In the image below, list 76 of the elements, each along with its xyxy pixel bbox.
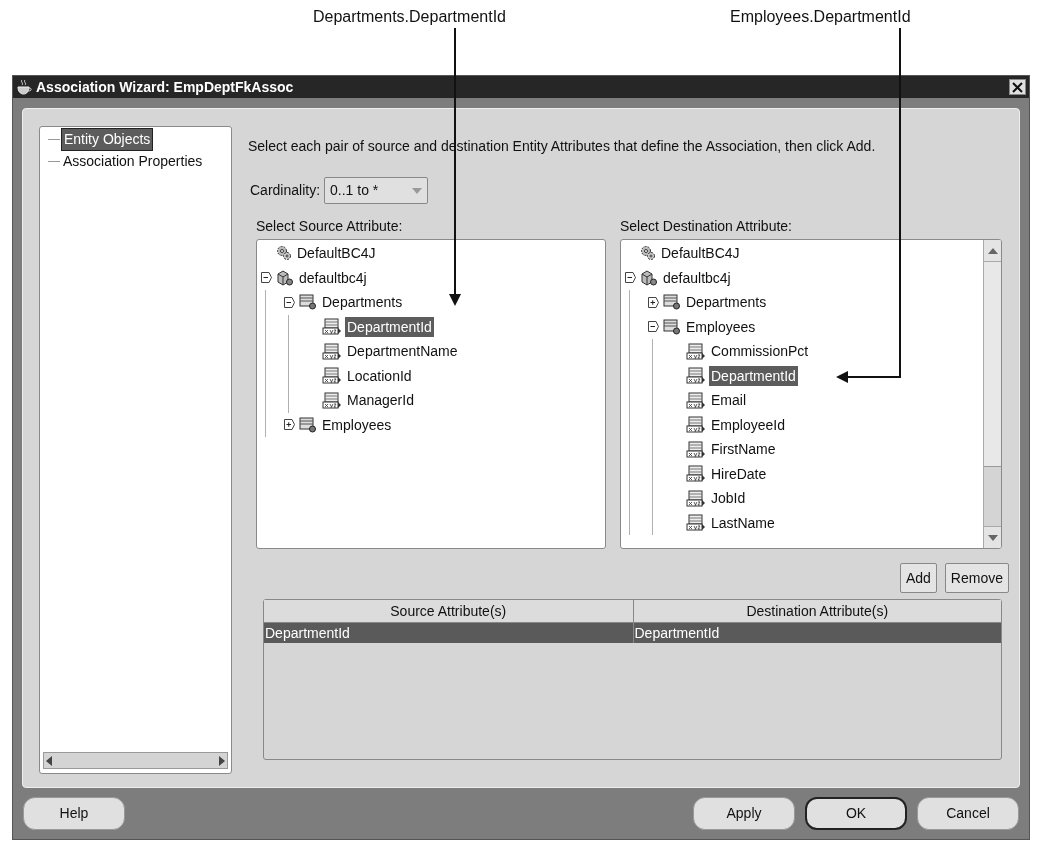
callout-label: Departments.DepartmentId	[313, 7, 506, 27]
cardinality-label: Cardinality:	[250, 181, 321, 200]
attribute-icon	[686, 367, 706, 385]
dialog-button[interactable]: OK	[805, 797, 907, 830]
tree-item[interactable]: JobId	[709, 488, 748, 509]
tree-item[interactable]: FirstName	[709, 439, 778, 460]
tree-item[interactable]: DepartmentId	[709, 365, 798, 386]
attribute-icon	[686, 440, 706, 458]
dropdown-arrow-icon	[412, 187, 423, 194]
tree-item[interactable]: EmployeeId	[709, 414, 787, 435]
pair-button[interactable]: Add	[899, 563, 937, 593]
table-icon	[299, 416, 317, 433]
attribute-icon	[686, 391, 706, 409]
wizard-step[interactable]: Association Properties	[61, 150, 205, 172]
gears-icon	[640, 245, 656, 262]
gears-icon	[276, 245, 292, 262]
close-button[interactable]	[1009, 79, 1026, 95]
attribute-icon	[686, 342, 706, 360]
tree-item[interactable]: LocationId	[345, 365, 414, 386]
table-icon	[663, 294, 681, 311]
down-arrow-icon[interactable]	[987, 534, 998, 541]
tree-item[interactable]: defaultbc4j	[661, 267, 733, 288]
tree-label: Select Destination Attribute:	[620, 217, 793, 236]
right-arrow-icon[interactable]	[219, 755, 225, 766]
callout-label: Employees.DepartmentId	[730, 7, 911, 27]
tree-item[interactable]: LastName	[709, 512, 777, 533]
column-header[interactable]: Destination Attribute(s)	[632, 600, 1001, 622]
attribute-icon	[686, 514, 706, 532]
table-row[interactable]: DepartmentId DepartmentId	[264, 623, 1001, 643]
cardinality-dropdown[interactable]: 0..1 to *	[324, 177, 429, 204]
table-icon	[663, 318, 681, 335]
attribute-icon	[322, 342, 342, 360]
tree-item[interactable]: ManagerId	[345, 390, 416, 411]
tree-item[interactable]: HireDate	[709, 463, 769, 484]
column-header[interactable]: Source Attribute(s)	[264, 600, 633, 622]
tree-item[interactable]: CommissionPct	[709, 341, 811, 362]
tree-item[interactable]: Employees	[320, 414, 394, 435]
tree-item[interactable]: DefaultBC4J	[295, 243, 378, 264]
up-arrow-icon[interactable]	[987, 247, 998, 254]
table-cell: DepartmentId	[632, 623, 1001, 643]
dialog-button[interactable]: Cancel	[917, 797, 1019, 830]
tree-label: Select Source Attribute:	[256, 217, 404, 236]
cube-icon	[640, 269, 658, 286]
tree-item[interactable]: Departments	[320, 292, 405, 313]
window-title: Association Wizard: EmpDeptFkAssoc	[36, 77, 294, 97]
tree-item[interactable]: Departments	[684, 292, 769, 313]
attribute-icon	[686, 465, 706, 483]
collapse-icon[interactable]	[282, 295, 296, 309]
tree-item[interactable]: DepartmentId	[345, 316, 434, 337]
horizontal-scrollbar[interactable]	[43, 752, 228, 769]
dialog-button[interactable]: Help	[23, 797, 125, 830]
tree-item[interactable]: Employees	[684, 316, 758, 337]
vertical-scrollbar[interactable]	[983, 240, 1001, 548]
attribute-icon	[686, 489, 706, 507]
expand-icon[interactable]	[646, 295, 660, 309]
collapse-icon[interactable]	[646, 320, 660, 334]
attribute-icon	[322, 367, 342, 385]
tree-item[interactable]: DefaultBC4J	[659, 243, 742, 264]
table-cell-text: DepartmentId	[264, 624, 351, 643]
cube-icon	[276, 269, 294, 286]
collapse-icon[interactable]	[259, 271, 273, 285]
expand-icon[interactable]	[282, 418, 296, 432]
attribute-icon	[322, 318, 342, 336]
coffee-cup-icon	[16, 79, 32, 95]
wizard-step[interactable]: Entity Objects	[61, 127, 154, 151]
attribute-icon	[686, 416, 706, 434]
attribute-icon	[322, 391, 342, 409]
left-arrow-icon[interactable]	[46, 755, 52, 766]
tree-item[interactable]: Email	[709, 390, 748, 411]
pair-button[interactable]: Remove	[944, 563, 1009, 593]
dialog-button[interactable]: Apply	[693, 797, 795, 830]
tree-item[interactable]: DepartmentName	[345, 341, 460, 362]
tree-item[interactable]: defaultbc4j	[297, 267, 369, 288]
table-icon	[299, 294, 317, 311]
collapse-icon[interactable]	[623, 271, 637, 285]
close-icon	[1012, 81, 1023, 93]
